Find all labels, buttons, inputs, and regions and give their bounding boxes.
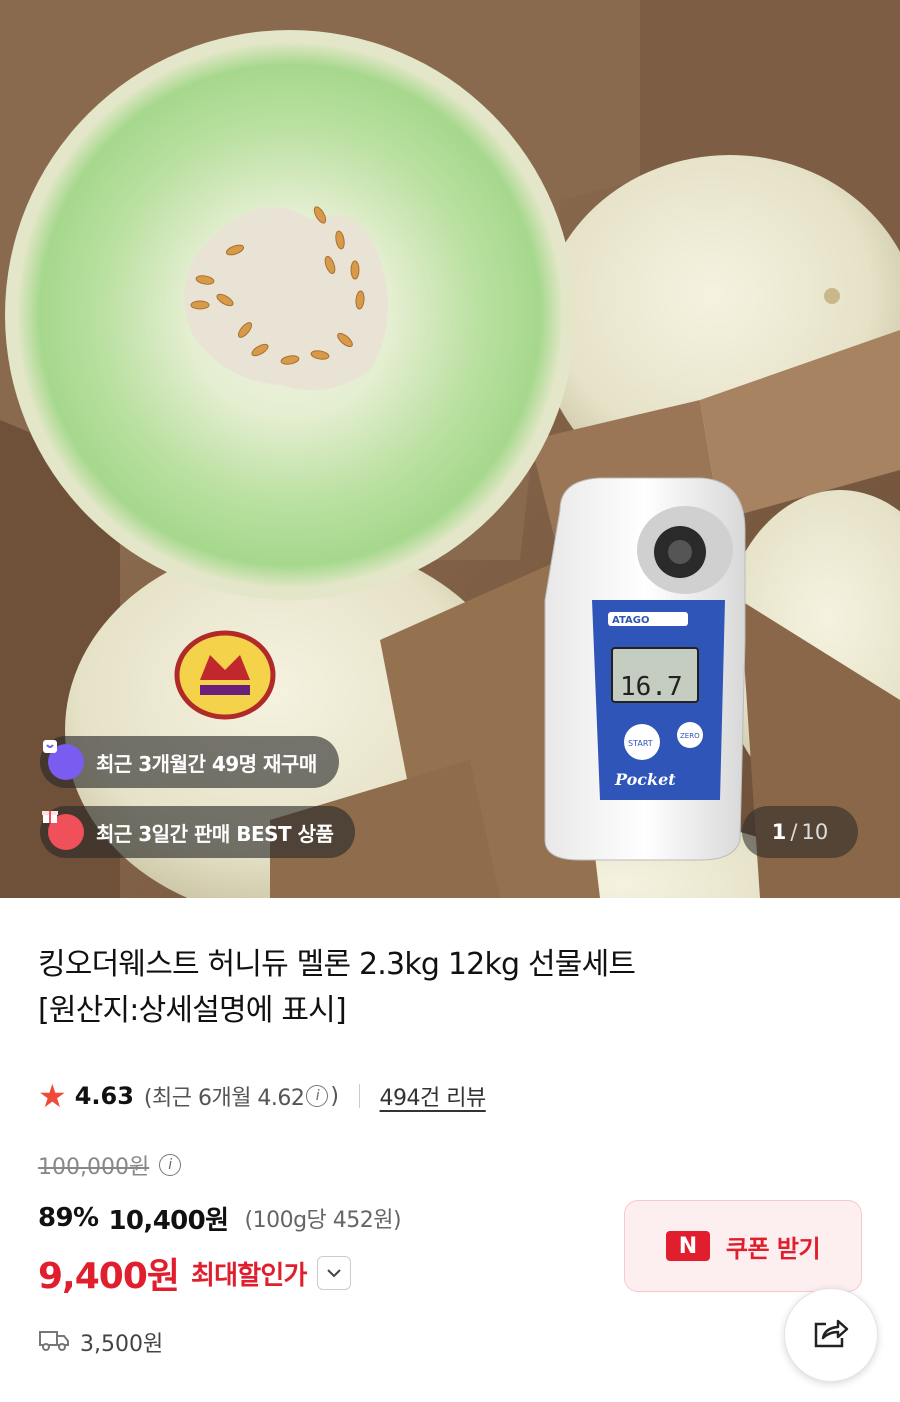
max-discount-price: 9,400원 xyxy=(38,1256,180,1297)
product-title-line2: [원산지:상세설명에 표시] xyxy=(38,993,347,1028)
truck-icon xyxy=(38,1329,70,1355)
sale-price-row: 89% 10,400원 (100g당 452원) xyxy=(38,1198,402,1238)
original-price: 100,000원 xyxy=(38,1155,150,1180)
shipping-fee: 3,500원 xyxy=(80,1332,164,1357)
repurchase-badge: 최근 3개월간 49명 재구매 xyxy=(40,736,339,788)
image-counter: 1 / 10 xyxy=(742,806,858,858)
brand-sticker xyxy=(174,630,276,720)
share-icon xyxy=(812,1316,850,1354)
svg-text:ATAGO: ATAGO xyxy=(612,615,649,626)
refractometer: ATAGO 16.7 START ZERO Pocket xyxy=(544,477,746,861)
max-discount-label: 최대할인가 xyxy=(191,1260,307,1291)
recent-rating: (최근 6개월 4.62 i ) xyxy=(144,1080,339,1112)
chevron-down-icon[interactable] xyxy=(316,1256,351,1290)
recent-rating-close: ) xyxy=(330,1083,339,1109)
product-title-line1: 킹오더웨스트 허니듀 멜론 2.3kg 12kg 선물세트 xyxy=(38,947,636,982)
naver-n-icon: N xyxy=(665,1231,710,1261)
svg-text:Pocket: Pocket xyxy=(614,770,676,789)
image-counter-total: 10 xyxy=(801,820,829,844)
repurchase-bag-icon xyxy=(43,740,84,780)
gift-box-icon xyxy=(42,811,84,850)
image-counter-separator: / xyxy=(790,820,798,844)
star-icon: ★ xyxy=(38,1077,67,1115)
product-image-gallery[interactable]: ATAGO 16.7 START ZERO Pocket 최근 3개월간 49명… xyxy=(0,0,900,898)
get-coupon-label: 쿠폰 받기 xyxy=(725,1234,821,1263)
review-count-link[interactable]: 494건 리뷰 xyxy=(380,1080,487,1112)
price-info-icon[interactable]: i xyxy=(159,1154,182,1176)
divider xyxy=(358,1084,360,1108)
recent-rating-text: (최근 6개월 4.62 xyxy=(143,1086,305,1111)
max-discount-row: 9,400원 최대할인가 xyxy=(38,1246,351,1300)
shipping-row: 3,500원 xyxy=(38,1322,163,1362)
rating-row: ★ 4.63 (최근 6개월 4.62 i ) 494건 리뷰 xyxy=(38,1076,486,1116)
svg-text:16.7: 16.7 xyxy=(620,672,683,702)
info-icon[interactable]: i xyxy=(306,1085,329,1107)
best-seller-badge-text: 최근 3일간 판매 BEST 상품 xyxy=(96,821,334,846)
share-button[interactable] xyxy=(784,1288,878,1382)
repurchase-badge-text: 최근 3개월간 49명 재구매 xyxy=(96,751,317,776)
sale-price: 10,400원 xyxy=(108,1205,229,1236)
product-title: 킹오더웨스트 허니듀 멜론 2.3kg 12kg 선물세트 [원산지:상세설명에… xyxy=(38,942,858,1034)
discount-rate: 89% xyxy=(38,1203,99,1233)
unit-price: (100g당 452원) xyxy=(244,1208,402,1233)
get-coupon-button[interactable]: N 쿠폰 받기 xyxy=(624,1200,862,1292)
image-counter-current: 1 xyxy=(771,820,787,844)
rating-score: 4.63 xyxy=(74,1082,134,1110)
svg-text:ZERO: ZERO xyxy=(680,732,700,740)
svg-text:START: START xyxy=(628,739,653,748)
best-seller-badge: 최근 3일간 판매 BEST 상품 xyxy=(40,806,356,858)
original-price-row: 100,000원 i xyxy=(38,1146,183,1184)
